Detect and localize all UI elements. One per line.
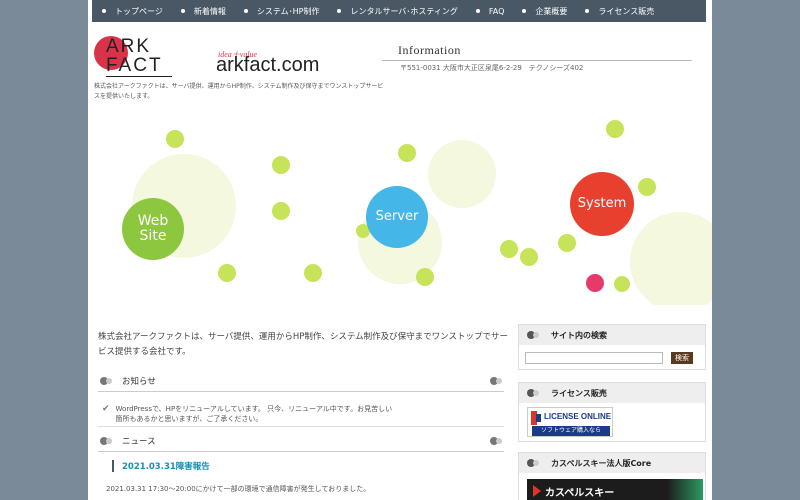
section-bullet-icon	[527, 330, 541, 340]
decor-circle	[630, 212, 712, 305]
bullet-icon	[585, 9, 590, 13]
decor-dot	[272, 202, 290, 220]
top-navigation: トップページ 新着情報 システム･HP制作 レンタルサーバ･ホスティング FAQ…	[92, 0, 706, 22]
news-entry-body: 2021.03.31 17:30～20:00にかけて一部の環境で通信障害が発生し…	[106, 485, 371, 493]
sidebar-license-header: ライセンス販売	[519, 383, 705, 403]
decor-circle	[428, 140, 496, 208]
nav-item-top[interactable]: トップページ	[102, 6, 163, 17]
information-divider	[382, 60, 692, 61]
search-button[interactable]: 検索	[671, 352, 693, 364]
section-bullet-icon	[490, 376, 504, 386]
logo-text-bottom: FACT	[106, 55, 163, 76]
nav-label: トップページ	[115, 6, 163, 16]
kaspersky-banner-text: カスペルスキー	[545, 488, 615, 499]
header-description: 株式会社アークファクトは、サーバ提供、運用からHP制作、システム制作及び保守まで…	[94, 83, 384, 100]
site-search-input[interactable]	[525, 352, 663, 364]
news-marker	[112, 460, 114, 472]
web-site-label-line2: Site	[139, 228, 167, 244]
decor-dot	[304, 264, 322, 282]
news-entry-heading: 2021.03.31障害報告	[112, 460, 210, 472]
section-bullet-icon	[490, 436, 504, 446]
company-address: 〒551-0031 大阪市大正区泉尾6-2-29 テクノシーズ402	[400, 64, 584, 72]
license-logo-icon	[531, 411, 541, 425]
server-circle[interactable]: Server	[366, 186, 428, 248]
kaspersky-banner[interactable]: カスペルスキー	[527, 479, 703, 500]
nav-item-faq[interactable]: FAQ	[475, 6, 505, 16]
server-label: Server	[375, 208, 419, 224]
section-bullet-icon	[100, 436, 114, 446]
information-title: Information	[398, 43, 461, 57]
decor-dot	[558, 234, 576, 252]
bullet-icon	[475, 9, 480, 13]
news-title: ニュース	[122, 436, 156, 447]
decor-dot	[416, 268, 434, 286]
sidebar-search-header: サイト内の検索	[519, 325, 705, 345]
sidebar-kaspersky-title: カスペルスキー法人版Core	[551, 458, 652, 468]
sidebar-license-box: ライセンス販売 LICENSE ONLINE ソフトウェア購入なら	[518, 382, 706, 442]
notice-title: お知らせ	[122, 376, 156, 387]
notice-item: ✔ WordPressで、HPをリニューアルしています。 只今、リニューアル中で…	[102, 404, 498, 424]
decor-dot	[398, 144, 416, 162]
sidebar-search-title: サイト内の検索	[551, 330, 607, 340]
sidebar-kaspersky-header: カスペルスキー法人版Core	[519, 453, 705, 473]
section-bullet-icon	[527, 388, 541, 398]
sidebar-kaspersky-box: カスペルスキー法人版Core カスペルスキー	[518, 452, 706, 500]
decor-dot	[520, 248, 538, 266]
section-bullet-icon	[100, 376, 114, 386]
web-site-circle[interactable]: Web Site	[122, 198, 184, 260]
play-arrow-icon	[533, 485, 541, 497]
license-banner-title: LICENSE ONLINE	[544, 412, 612, 421]
banner-gradient	[667, 479, 703, 500]
decor-dot	[614, 276, 630, 292]
company-logo[interactable]: ARK FACT	[94, 36, 174, 78]
bullet-icon	[180, 9, 185, 13]
intro-text: 株式会社アークファクトは、サーバ提供、運用からHP制作、システム制作及び保守まで…	[98, 332, 509, 357]
system-circle[interactable]: System	[570, 172, 634, 236]
sidebar-license-title: ライセンス販売	[551, 388, 607, 398]
nav-item-news[interactable]: 新着情報	[180, 6, 226, 17]
bullet-icon	[243, 9, 248, 13]
nav-label: 企業概要	[535, 6, 568, 16]
decor-dot-pink	[586, 274, 604, 292]
nav-label: レンタルサーバ･ホスティング	[350, 6, 458, 16]
bullet-icon	[102, 9, 106, 13]
check-icon: ✔	[102, 404, 110, 414]
decor-dot	[606, 120, 624, 138]
bullet-icon	[337, 9, 342, 13]
decor-dot	[272, 156, 290, 174]
nav-label: ライセンス販売	[598, 6, 655, 16]
license-online-banner[interactable]: LICENSE ONLINE ソフトウェア購入なら	[527, 407, 613, 437]
system-label: System	[577, 195, 627, 211]
nav-label: 新着情報	[193, 6, 226, 16]
nav-item-system-hp[interactable]: システム･HP制作	[243, 6, 320, 17]
notice-divider	[98, 426, 504, 427]
notice-section-header: お知らせ	[98, 370, 504, 392]
section-bullet-icon	[527, 458, 541, 468]
sidebar-search-box: サイト内の検索 検索	[518, 324, 706, 370]
decor-dot	[166, 130, 184, 148]
news-entry-link[interactable]: 2021.03.31障害報告	[122, 460, 210, 472]
nav-item-rental-server[interactable]: レンタルサーバ･ホスティング	[337, 6, 458, 17]
web-site-label-line1: Web	[137, 212, 169, 229]
page: トップページ 新着情報 システム･HP制作 レンタルサーバ･ホスティング FAQ…	[88, 0, 712, 500]
decor-dot	[218, 264, 236, 282]
license-banner-subtitle: ソフトウェア購入なら	[532, 426, 610, 436]
bullet-icon	[522, 9, 527, 13]
nav-label: FAQ	[488, 6, 505, 16]
nav-item-company[interactable]: 企業概要	[522, 6, 567, 17]
decor-dot	[638, 178, 656, 196]
notice-text: WordPressで、HPをリニューアルしています。 只今、リニューアル中です。…	[115, 405, 393, 423]
nav-label: システム･HP制作	[256, 6, 320, 16]
logo-underline	[106, 76, 172, 77]
decor-dot	[500, 240, 518, 258]
hero-graphic: Web Site Server System	[88, 110, 712, 305]
news-section-header: ニュース	[98, 430, 504, 452]
site-domain[interactable]: arkfact.com	[216, 54, 319, 77]
nav-item-license[interactable]: ライセンス販売	[585, 6, 654, 17]
